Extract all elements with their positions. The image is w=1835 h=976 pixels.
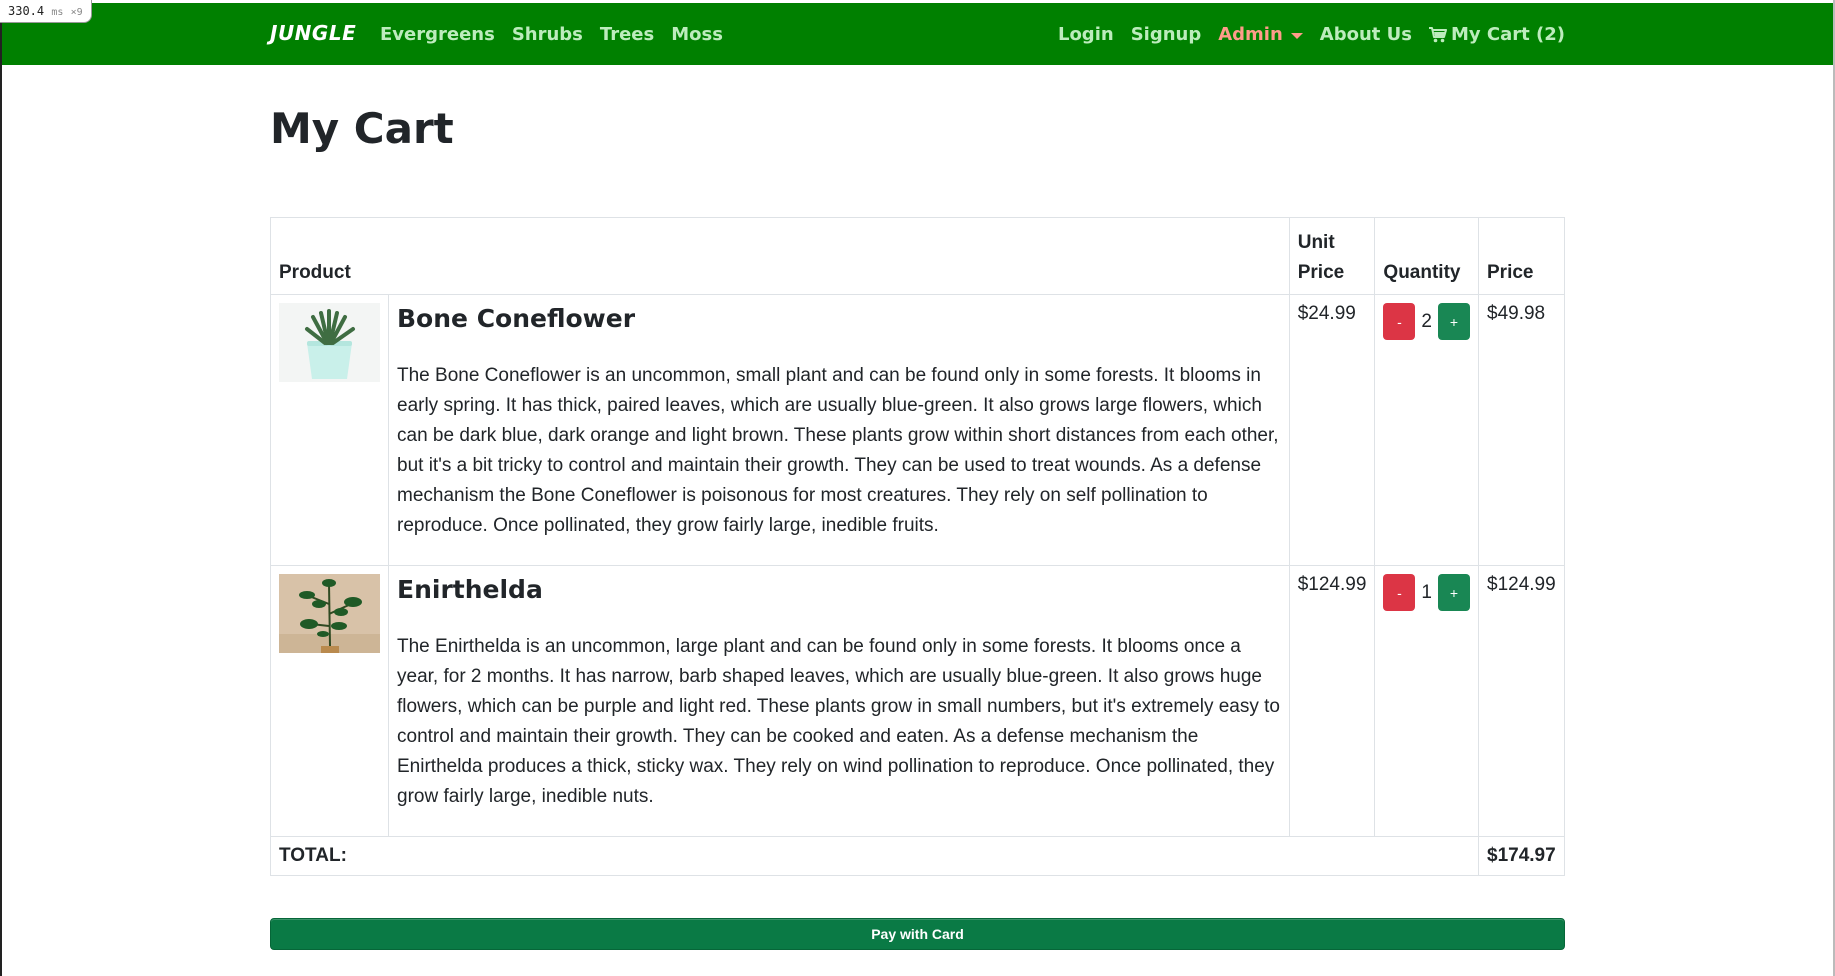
quantity-cell: - 2 +: [1374, 294, 1479, 566]
nav-link-evergreens[interactable]: Evergreens: [380, 24, 495, 45]
my-cart-link[interactable]: My Cart (2): [1429, 24, 1565, 45]
nav-link-trees[interactable]: Trees: [600, 24, 654, 45]
login-link[interactable]: Login: [1058, 24, 1114, 45]
window-left-edge: [0, 0, 2, 976]
product-info-cell: Bone Coneflower The Bone Coneflower is a…: [388, 294, 1290, 566]
cart-table: Product Unit Price Quantity Price Bone C…: [270, 217, 1565, 876]
header-unit-price: Unit Price: [1288, 217, 1376, 295]
my-cart-label: My Cart (2): [1451, 24, 1565, 45]
decrease-quantity-button[interactable]: -: [1383, 574, 1416, 611]
decrease-quantity-button[interactable]: -: [1383, 303, 1416, 340]
admin-label: Admin: [1218, 24, 1283, 45]
product-name[interactable]: Bone Coneflower: [397, 303, 1281, 335]
chevron-down-icon: [1290, 32, 1303, 39]
product-image-cell: [270, 565, 389, 837]
page-title: My Cart: [270, 104, 454, 153]
product-image-cell: [270, 294, 389, 566]
quantity-cell: - 1 +: [1374, 565, 1479, 837]
render-timing-badge: 330.4 ms ×9: [0, 0, 92, 23]
navbar-container: JUNGLE Evergreens Shrubs Trees Moss Logi…: [270, 3, 1565, 65]
increase-quantity-button[interactable]: +: [1438, 574, 1470, 611]
quantity-value: 1: [1421, 581, 1432, 603]
total-label: TOTAL:: [270, 836, 1479, 876]
header-product: Product: [270, 217, 1290, 295]
timing-value: 330.4: [8, 4, 45, 18]
timing-count: ×9: [70, 7, 83, 18]
product-name[interactable]: Enirthelda: [397, 574, 1281, 606]
line-price-cell: $49.98: [1478, 294, 1565, 566]
shopping-cart-icon: [1429, 26, 1447, 42]
total-value: $174.97: [1478, 836, 1565, 876]
pay-with-card-button[interactable]: Pay with Card: [270, 918, 1565, 950]
quantity-stepper: - 2 +: [1383, 303, 1470, 340]
admin-dropdown[interactable]: Admin: [1218, 24, 1303, 45]
about-us-link[interactable]: About Us: [1320, 24, 1412, 45]
category-nav: Evergreens Shrubs Trees Moss: [380, 24, 723, 45]
header-price: Price: [1478, 217, 1565, 295]
product-description: The Enirthelda is an uncommon, large pla…: [397, 636, 1280, 807]
nav-link-moss[interactable]: Moss: [671, 24, 723, 45]
timing-unit: ms: [51, 7, 64, 18]
quantity-value: 2: [1421, 310, 1432, 332]
unit-price-cell: $124.99: [1288, 565, 1376, 837]
nav-link-shrubs[interactable]: Shrubs: [512, 24, 583, 45]
cart-table-header: Product Unit Price Quantity Price: [270, 217, 1565, 295]
account-nav: Login Signup Admin About Us My Cart (2): [1058, 24, 1565, 45]
product-image: [279, 574, 380, 653]
unit-price-cell: $24.99: [1288, 294, 1376, 566]
quantity-stepper: - 1 +: [1383, 574, 1470, 611]
signup-link[interactable]: Signup: [1131, 24, 1202, 45]
product-image: [279, 303, 380, 382]
header-quantity: Quantity: [1374, 217, 1479, 295]
top-navbar: JUNGLE Evergreens Shrubs Trees Moss Logi…: [2, 3, 1833, 65]
brand-logo[interactable]: JUNGLE: [270, 21, 356, 45]
table-row: Bone Coneflower The Bone Coneflower is a…: [270, 294, 1565, 566]
increase-quantity-button[interactable]: +: [1438, 303, 1470, 340]
line-price-cell: $124.99: [1478, 565, 1565, 837]
product-info-cell: Enirthelda The Enirthelda is an uncommon…: [388, 565, 1290, 837]
table-row: Enirthelda The Enirthelda is an uncommon…: [270, 565, 1565, 837]
product-description: The Bone Coneflower is an uncommon, smal…: [397, 365, 1279, 536]
total-row: TOTAL: $174.97: [270, 836, 1565, 876]
